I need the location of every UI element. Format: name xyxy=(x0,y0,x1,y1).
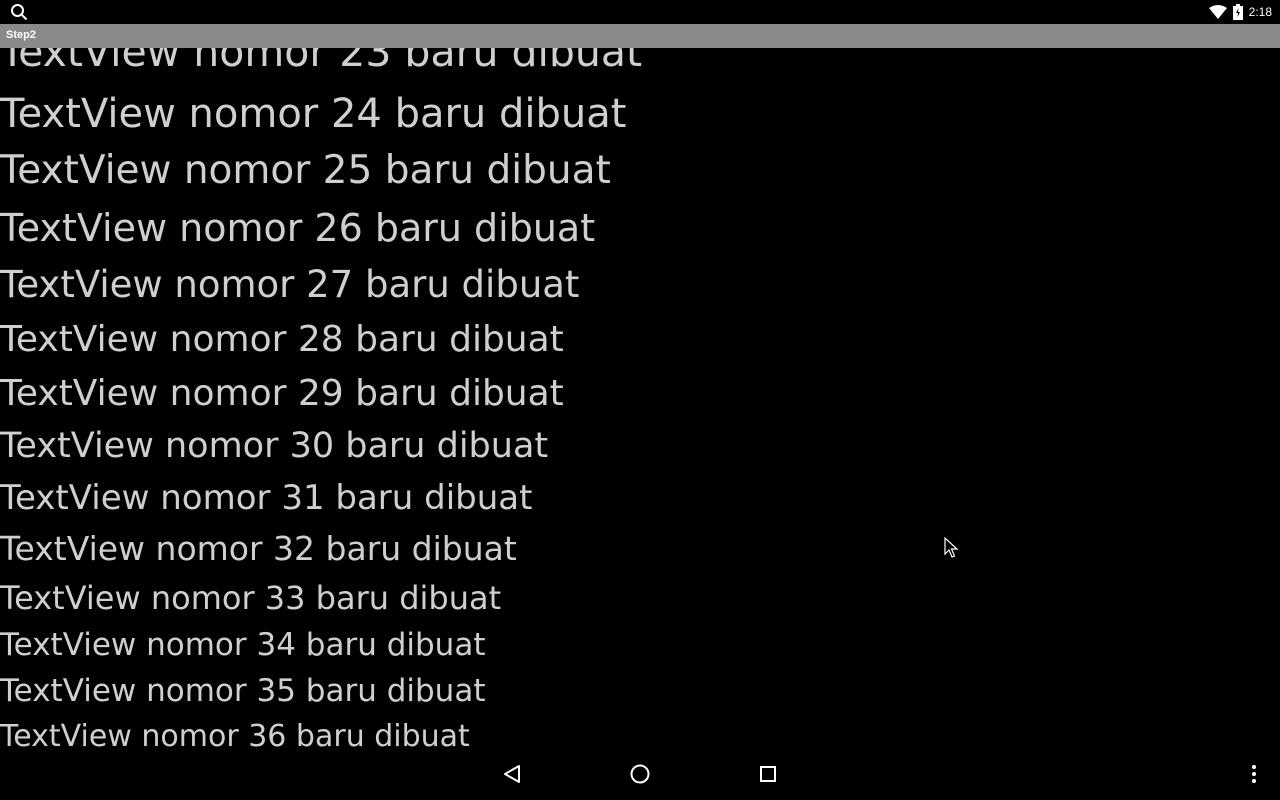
list-item: TextView nomor 29 baru dibuat xyxy=(0,373,564,414)
list-item: TextView nomor 35 baru dibuat xyxy=(0,673,486,709)
list-item: TextView nomor 30 baru dibuat xyxy=(0,426,549,466)
text-list[interactable]: TextView nomor 23 baru dibuat TextView n… xyxy=(0,48,1280,748)
list-item: TextView nomor 28 baru dibuat xyxy=(0,319,564,360)
list-item: TextView nomor 26 baru dibuat xyxy=(0,206,596,250)
action-bar: Step2 xyxy=(0,24,1280,48)
mouse-pointer-icon xyxy=(944,537,959,558)
list-item: TextView nomor 25 baru dibuat xyxy=(0,148,611,193)
status-icons: 2:18 xyxy=(1208,0,1272,24)
list-item: TextView nomor 32 baru dibuat xyxy=(0,529,517,568)
overflow-menu-icon[interactable] xyxy=(1242,762,1266,786)
back-icon[interactable] xyxy=(500,762,524,786)
page-title: Step2 xyxy=(6,29,36,41)
list-item: TextView nomor 34 baru dibuat xyxy=(0,627,486,663)
list-item: TextView nomor 24 baru dibuat xyxy=(0,91,627,137)
recents-icon[interactable] xyxy=(756,762,780,786)
list-item: TextView nomor 36 baru dibuat xyxy=(0,719,470,749)
search-icon[interactable] xyxy=(10,3,28,21)
battery-icon xyxy=(1232,4,1243,20)
wifi-icon xyxy=(1208,5,1227,19)
home-icon[interactable] xyxy=(628,762,652,786)
navigation-bar xyxy=(0,748,1280,800)
list-item: TextView nomor 31 baru dibuat xyxy=(0,478,533,518)
clock: 2:18 xyxy=(1248,5,1272,19)
list-item: TextView nomor 27 baru dibuat xyxy=(0,263,580,306)
list-item: TextView nomor 23 baru dibuat xyxy=(0,48,643,76)
list-item: TextView nomor 33 baru dibuat xyxy=(0,579,502,617)
status-bar: 2:18 xyxy=(0,0,1280,24)
